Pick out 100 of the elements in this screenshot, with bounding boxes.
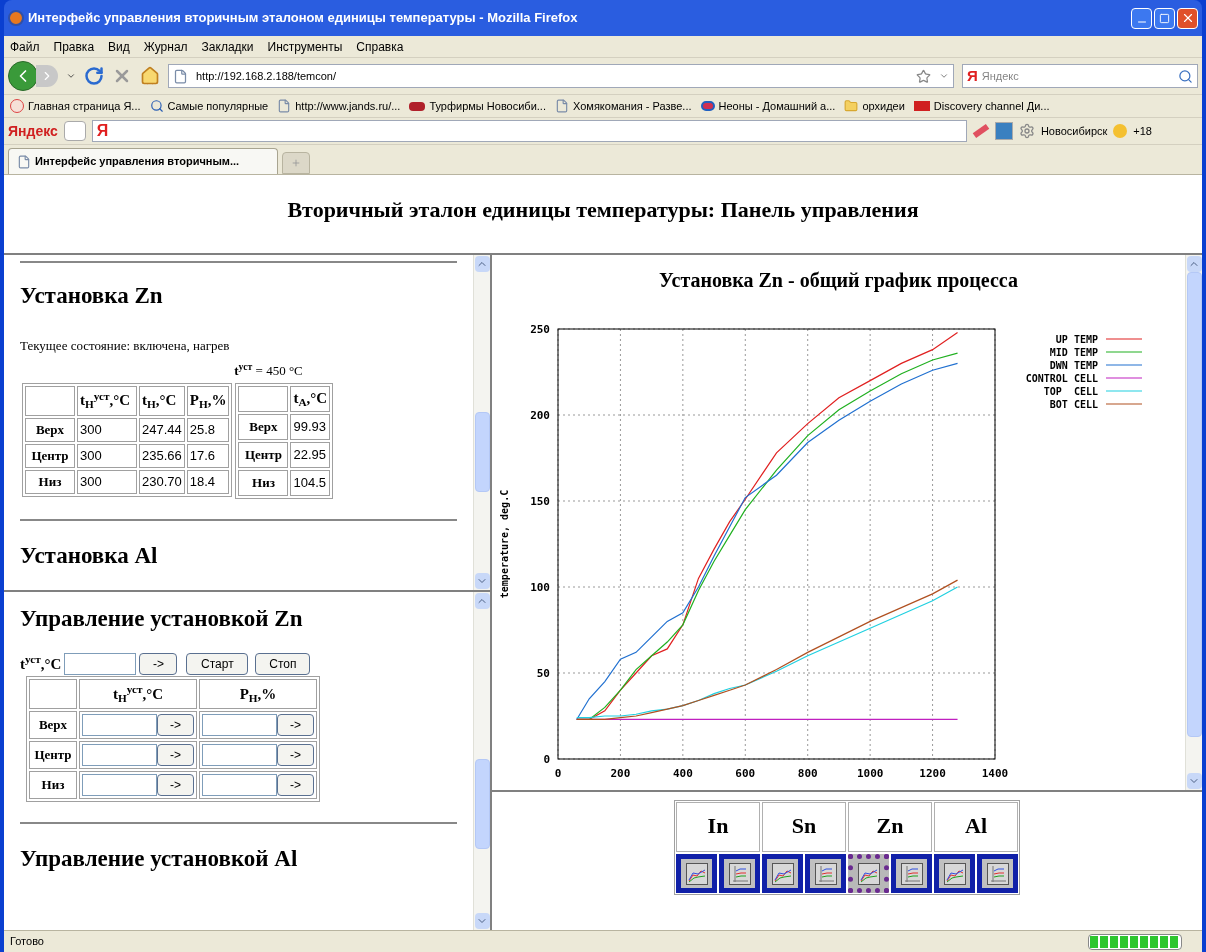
settings-icon[interactable]: [1018, 123, 1035, 139]
yandex-logo: Я: [96, 121, 109, 141]
table-icon: [900, 862, 923, 885]
menu-item[interactable]: Журнал: [143, 37, 188, 56]
set-button[interactable]: ->: [139, 652, 178, 675]
axis-tick-label: 100: [530, 581, 550, 594]
axis-tick-label: 1400: [981, 767, 1009, 779]
scroll-down-icon[interactable]: [474, 573, 490, 589]
table-cell: 25.8: [186, 417, 230, 442]
folder-icon: [844, 99, 859, 113]
bookmark-link[interactable]: Самые популярные: [167, 97, 269, 115]
scroll-thumb[interactable]: [475, 412, 490, 492]
graph-view-button[interactable]: [762, 854, 803, 893]
legend-label: UP TEMP: [1055, 334, 1098, 345]
temperature-text[interactable]: +18: [1133, 122, 1152, 140]
bookmark-link[interactable]: Discovery channel Ди...: [933, 97, 1050, 115]
bookmark-link[interactable]: Турфирмы Новосиби...: [429, 97, 546, 115]
search-input[interactable]: Яндекс: [981, 67, 1174, 85]
table-view-button[interactable]: [719, 854, 760, 893]
bookmark-link[interactable]: Хомякомания - Разве...: [573, 97, 692, 115]
apply-button[interactable]: ->: [277, 744, 314, 766]
scroll-down-icon[interactable]: [1186, 773, 1202, 789]
bookmark-link[interactable]: http://www.jands.ru/...: [295, 97, 401, 115]
table-view-button[interactable]: [891, 854, 932, 893]
menu-item[interactable]: Правка: [53, 37, 95, 56]
yandex-menu-button[interactable]: Яндекс: [8, 120, 58, 142]
reload-icon[interactable]: [84, 66, 104, 86]
value-input[interactable]: [202, 714, 277, 736]
row-header: Низ: [25, 469, 75, 494]
maximize-button[interactable]: [1154, 7, 1175, 29]
column-header: P$_{H}$,%: [186, 385, 230, 416]
apply-button[interactable]: ->: [277, 774, 314, 796]
search-engine-logo[interactable]: Я: [967, 64, 978, 88]
scroll-thumb[interactable]: [475, 759, 490, 849]
legend-line: [1105, 403, 1143, 405]
history-dropdown-icon[interactable]: [66, 71, 76, 81]
value-input[interactable]: [82, 744, 157, 766]
page-icon: [555, 99, 569, 113]
table-cell: 247.44: [139, 417, 185, 442]
chart-title: Установка Zn - общий график процесса: [659, 268, 1018, 294]
bookmark-link[interactable]: орхидеи: [862, 97, 905, 115]
search-icon[interactable]: [1178, 68, 1193, 84]
search-field[interactable]: Я Яндекс: [962, 64, 1198, 88]
apply-button[interactable]: ->: [277, 714, 314, 736]
axis-tick-label: 50: [536, 667, 550, 680]
scrollbar[interactable]: [1185, 255, 1202, 790]
dropdown-icon[interactable]: [939, 71, 949, 81]
scroll-up-icon[interactable]: [1186, 256, 1202, 272]
back-button[interactable]: [8, 61, 38, 91]
table-cell: 99.93: [290, 413, 331, 440]
bookmark-link[interactable]: Главная страница Я...: [28, 97, 141, 115]
graph-view-button[interactable]: [934, 854, 975, 893]
bookmark-link[interactable]: Неоны - Домашний а...: [718, 97, 836, 115]
column-header: t$_{H}$,°C: [139, 385, 185, 416]
apply-button[interactable]: ->: [157, 774, 194, 796]
home-icon[interactable]: [140, 66, 160, 86]
graph-view-button[interactable]: [676, 854, 717, 893]
graph-view-button[interactable]: [848, 854, 889, 893]
section-heading: Установка Zn: [20, 282, 164, 310]
legend-label: BOT CELL: [1049, 399, 1098, 410]
value-input[interactable]: [202, 744, 277, 766]
table-view-button[interactable]: [805, 854, 846, 893]
value-input[interactable]: [82, 714, 157, 736]
row-header: Низ: [29, 771, 77, 799]
city-name[interactable]: Новосибирск: [1040, 122, 1108, 140]
scrollbar[interactable]: [473, 592, 490, 930]
browser-tab[interactable]: Интерфейс управления вторичным...: [8, 148, 278, 174]
address-field[interactable]: http://192.168.2.188/temcon/: [168, 64, 954, 88]
menu-item[interactable]: Файл: [10, 37, 40, 56]
close-button[interactable]: [1177, 7, 1198, 29]
scroll-thumb[interactable]: [1187, 272, 1202, 737]
minimize-button[interactable]: [1131, 7, 1152, 29]
table-cell: 300: [77, 417, 137, 442]
apply-button[interactable]: ->: [157, 744, 194, 766]
column-header: t$_{H}$$^{уст}$,°C: [77, 385, 137, 416]
menu-item[interactable]: Справка: [356, 37, 404, 56]
section-heading: Управление установкой Zn: [20, 605, 304, 633]
new-tab-button[interactable]: [282, 152, 310, 174]
menu-item[interactable]: Инструменты: [267, 37, 343, 56]
apply-button[interactable]: ->: [157, 714, 194, 736]
legend-line: [1105, 390, 1143, 392]
scroll-up-icon[interactable]: [474, 256, 490, 272]
menu-item[interactable]: Закладки: [201, 37, 254, 56]
start-button[interactable]: Старт: [186, 652, 249, 675]
menu-item[interactable]: Вид: [108, 37, 130, 56]
setpoint-input[interactable]: [64, 652, 137, 675]
column-header: P$_{H}$,%: [199, 679, 317, 709]
column-header: t$_{A}$,°C: [290, 385, 331, 412]
axis-tick-label: 150: [530, 495, 550, 508]
yandex-search-field[interactable]: Я: [91, 120, 967, 142]
value-input[interactable]: [82, 774, 157, 796]
star-icon[interactable]: [916, 68, 931, 84]
table-cell: 104.5: [290, 469, 331, 496]
axis-tick-label: 0: [543, 753, 550, 766]
table-view-button[interactable]: [977, 854, 1018, 893]
scroll-down-icon[interactable]: [474, 913, 490, 929]
value-input[interactable]: [202, 774, 277, 796]
stop-button[interactable]: Стоп: [255, 652, 311, 675]
scrollbar[interactable]: [473, 255, 490, 590]
scroll-up-icon[interactable]: [474, 593, 490, 609]
